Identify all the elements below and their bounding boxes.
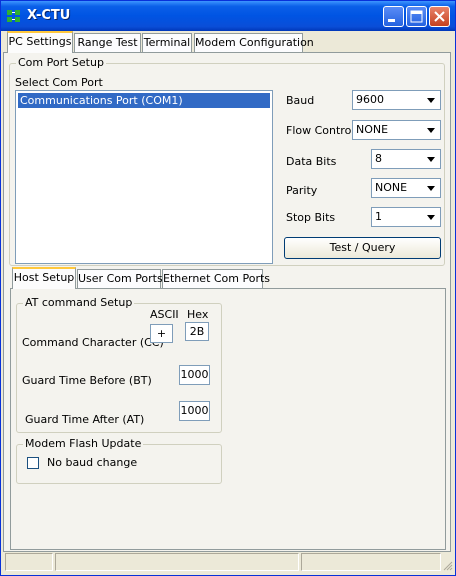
ascii-header: ASCII [150,308,179,321]
com-port-list[interactable]: Communications Port (COM1) [15,90,273,264]
flow-control-value: NONE [356,123,389,136]
guard-time-after-field[interactable]: 1000 [179,401,210,421]
tab-terminal[interactable]: Terminal [142,33,192,53]
cc-ascii-field[interactable]: + [150,324,173,343]
resize-grip-icon[interactable] [443,561,453,571]
minimize-icon [388,19,395,22]
tab-host-setup[interactable]: Host Setup [12,267,76,289]
maximize-icon [410,10,423,23]
tab-user-com-ports[interactable]: User Com Ports [77,269,163,289]
modem-flash-update-group: Modem Flash Update No baud change [16,437,222,484]
status-bar [3,553,453,573]
test-query-button[interactable]: Test / Query [284,237,441,259]
no-baud-change-checkbox[interactable] [27,457,39,469]
com-port-setup-title: Com Port Setup [16,56,106,69]
data-bits-label: Data Bits [286,155,337,168]
stop-bits-label: Stop Bits [286,211,336,224]
tab-modem-configuration[interactable]: Modem Configuration [194,33,314,53]
chevron-down-icon[interactable] [423,92,439,108]
window-title: X-CTU [27,8,71,23]
close-button[interactable] [429,6,450,27]
hex-header: Hex [187,308,209,321]
parity-value: NONE [375,181,408,194]
baud-value: 9600 [356,93,384,106]
guard-time-before-label: Guard Time Before (BT) [22,374,152,387]
status-segment-1 [5,553,53,571]
host-setup-panel: AT command Setup ASCII Hex Command Chara… [10,288,446,550]
at-command-setup-title: AT command Setup [23,296,135,309]
data-bits-select[interactable]: 8 [371,149,441,169]
stop-bits-value: 1 [375,210,382,223]
chevron-down-icon[interactable] [423,151,439,167]
title-bar[interactable]: X-CTU [1,1,455,31]
command-character-label: Command Character (CC) [22,336,164,349]
modem-flash-update-title: Modem Flash Update [23,437,144,450]
tab-ethernet-com-ports[interactable]: Ethernet Com Ports [162,269,270,289]
parity-select[interactable]: NONE [371,178,441,198]
select-com-port-label: Select Com Port [15,76,103,89]
list-item-com1[interactable]: Communications Port (COM1) [18,93,270,108]
chevron-down-icon[interactable] [423,209,439,225]
pc-settings-panel: Com Port Setup Select Com Port Communica… [3,52,451,552]
baud-label: Baud [286,94,315,107]
com-port-setup-group: Com Port Setup Select Com Port Communica… [9,56,445,266]
baud-select[interactable]: 9600 [352,90,441,110]
status-segment-3 [301,553,441,571]
parity-label: Parity [286,184,318,197]
at-command-setup-group: AT command Setup ASCII Hex Command Chara… [16,296,222,433]
tab-range-test[interactable]: Range Test [74,33,141,53]
no-baud-change-label: No baud change [47,456,138,469]
minimize-button[interactable] [383,6,404,27]
chevron-down-icon[interactable] [423,122,439,138]
app-icon [7,10,20,22]
flow-control-select[interactable]: NONE [352,120,441,140]
tab-pc-settings[interactable]: PC Settings [7,31,73,53]
close-icon [434,11,445,22]
cc-hex-field[interactable]: 2B [185,322,209,341]
guard-time-after-label: Guard Time After (AT) [25,413,145,426]
flow-control-label: Flow Control [286,124,355,137]
data-bits-value: 8 [375,152,382,165]
guard-time-before-field[interactable]: 1000 [179,365,210,385]
stop-bits-select[interactable]: 1 [371,207,441,227]
maximize-button[interactable] [406,6,427,27]
status-segment-2 [55,553,299,571]
chevron-down-icon[interactable] [423,180,439,196]
xctu-window: X-CTU PC Settings Range Test Terminal Mo… [0,0,456,576]
